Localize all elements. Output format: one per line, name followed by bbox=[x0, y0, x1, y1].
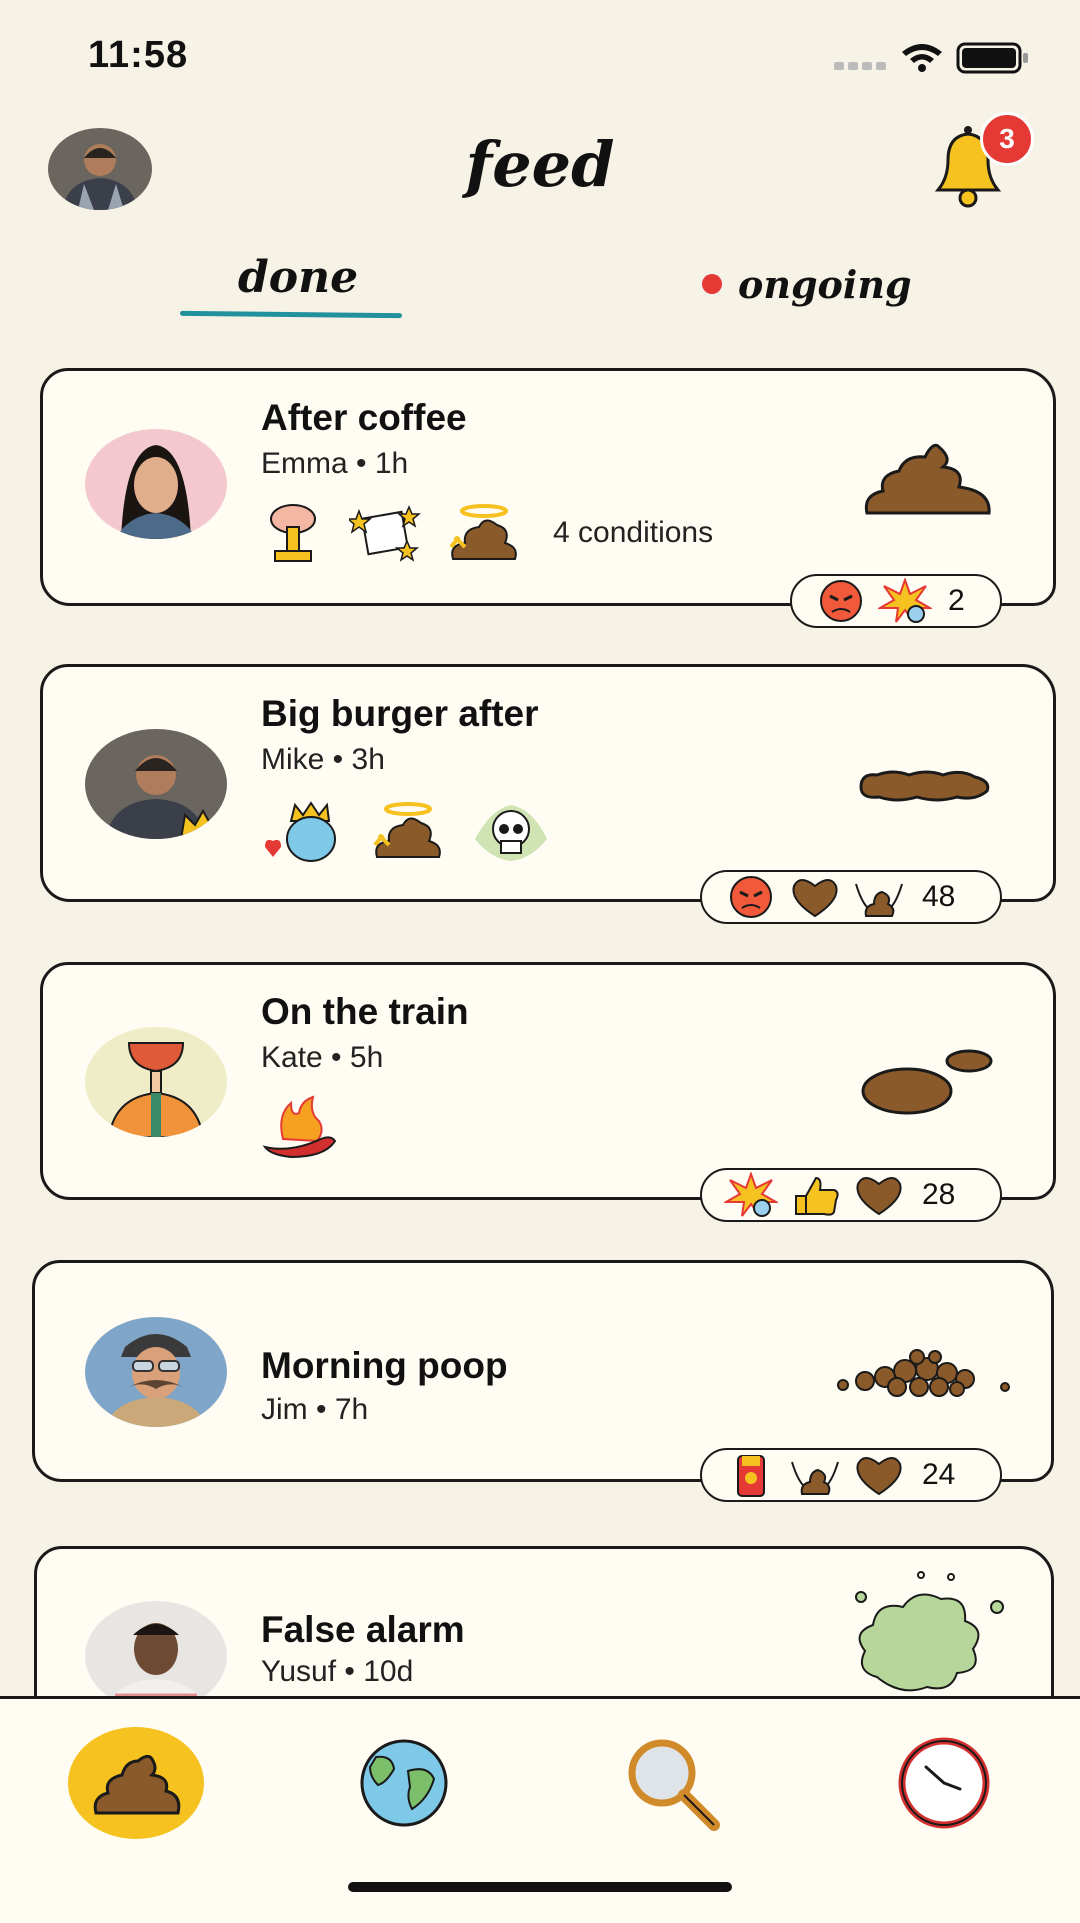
post-user: Kate bbox=[261, 1041, 323, 1074]
poop-type-cloud-icon bbox=[855, 1571, 1004, 1692]
jim-photo bbox=[85, 1317, 227, 1427]
mike-photo bbox=[85, 729, 227, 839]
nav-search-button[interactable] bbox=[604, 1727, 740, 1839]
post-title: Big burger after bbox=[261, 693, 539, 734]
post-time: 3h bbox=[351, 743, 385, 776]
avatar[interactable] bbox=[85, 1601, 227, 1711]
live-dot-icon bbox=[702, 274, 722, 294]
avatar[interactable] bbox=[85, 1027, 227, 1137]
heart-poop-icon bbox=[856, 1177, 902, 1216]
battery-icon bbox=[956, 42, 1028, 74]
status-bar: 11:58 bbox=[0, 0, 1080, 110]
post-title: On the train bbox=[261, 991, 469, 1032]
condition-stickers bbox=[261, 797, 551, 865]
post-time: 1h bbox=[374, 447, 409, 480]
skull-sticker-icon bbox=[475, 805, 547, 861]
reactions-pill[interactable]: 28 bbox=[700, 1168, 1002, 1222]
poop-type-pellets-icon bbox=[837, 1349, 1010, 1397]
thumbs-up-icon bbox=[795, 1176, 839, 1216]
punch-icon bbox=[724, 1172, 778, 1217]
post-time: 7h bbox=[334, 1393, 369, 1426]
feed-card[interactable]: After coffee Emma • 1h 4 conditions bbox=[40, 368, 1056, 606]
winged-poop-icon bbox=[855, 883, 903, 917]
nav-history-button[interactable] bbox=[876, 1727, 1012, 1839]
clock-icon bbox=[898, 1737, 990, 1829]
poop-type-puddle-icon bbox=[861, 1049, 993, 1115]
reaction-count: 28 bbox=[922, 1178, 956, 1211]
angry-face-icon bbox=[730, 876, 772, 918]
post-title: Morning poop bbox=[261, 1345, 508, 1386]
condition-stickers: 4 conditions bbox=[261, 501, 713, 565]
signal-icon bbox=[834, 62, 886, 70]
reaction-count: 48 bbox=[922, 880, 956, 913]
wifi-icon bbox=[902, 44, 942, 72]
feed-card[interactable]: On the train Kate • 5h bbox=[40, 962, 1056, 1200]
poop-type-log-icon bbox=[859, 770, 990, 802]
magnifier-icon bbox=[628, 1739, 720, 1831]
chili-fire-sticker-icon bbox=[262, 1095, 337, 1159]
superhero-icon bbox=[737, 1455, 765, 1497]
winged-poop-icon bbox=[791, 1461, 839, 1495]
tab-done[interactable]: done bbox=[238, 252, 358, 303]
status-icons bbox=[834, 42, 1028, 74]
reactions-pill[interactable]: 24 bbox=[700, 1448, 1002, 1502]
feed-card[interactable]: Big burger after Mike • 3h bbox=[40, 664, 1056, 902]
avatar[interactable] bbox=[85, 729, 227, 839]
avatar[interactable] bbox=[85, 429, 227, 539]
reaction-count: 2 bbox=[948, 584, 965, 617]
crowned-blob-sticker-icon bbox=[265, 801, 336, 862]
post-time: 10d bbox=[363, 1655, 414, 1688]
reaction-count: 24 bbox=[922, 1458, 956, 1491]
reactions-pill[interactable]: 2 bbox=[790, 574, 1002, 628]
post-time: 5h bbox=[349, 1041, 384, 1074]
kate-avatar-plunger bbox=[85, 1027, 227, 1137]
heart-poop-icon bbox=[856, 1457, 902, 1496]
punch-icon bbox=[878, 578, 932, 623]
post-meta: Mike • 3h bbox=[261, 743, 385, 776]
post-title: After coffee bbox=[261, 397, 467, 438]
post-title: False alarm bbox=[261, 1609, 465, 1650]
home-indicator bbox=[348, 1882, 732, 1892]
post-user: Mike bbox=[261, 743, 325, 776]
notification-badge: 3 bbox=[980, 112, 1034, 166]
poop-icon bbox=[93, 1754, 181, 1815]
heart-poop-icon bbox=[792, 879, 838, 918]
active-tab-indicator bbox=[179, 310, 403, 319]
angry-face-icon bbox=[820, 580, 862, 622]
avatar[interactable] bbox=[85, 1317, 227, 1427]
status-time: 11:58 bbox=[88, 34, 189, 76]
angel-poop-sticker-icon bbox=[373, 802, 441, 858]
post-user: Yusuf bbox=[261, 1655, 337, 1688]
post-meta: Jim • 7h bbox=[261, 1393, 369, 1426]
tab-ongoing[interactable]: ongoing bbox=[738, 262, 912, 307]
post-meta: Kate • 5h bbox=[261, 1041, 384, 1074]
post-user: Emma bbox=[261, 447, 348, 480]
conditions-label: 4 conditions bbox=[553, 516, 714, 549]
poop-type-swirl-icon bbox=[864, 443, 991, 515]
nav-home-button[interactable] bbox=[68, 1727, 204, 1839]
yusuf-photo bbox=[85, 1601, 227, 1711]
explosion-sticker-icon bbox=[270, 504, 316, 562]
globe-icon bbox=[360, 1739, 448, 1827]
condition-stickers bbox=[261, 1095, 341, 1159]
emma-photo bbox=[85, 429, 227, 539]
angel-poop-sticker-icon bbox=[449, 504, 517, 560]
nav-world-button[interactable] bbox=[336, 1727, 472, 1839]
post-meta: Yusuf • 10d bbox=[261, 1655, 414, 1688]
stars-sticker-icon bbox=[349, 505, 421, 562]
reactions-pill[interactable]: 48 bbox=[700, 870, 1002, 924]
post-meta: Emma • 1h bbox=[261, 447, 409, 480]
post-user: Jim bbox=[261, 1393, 308, 1426]
